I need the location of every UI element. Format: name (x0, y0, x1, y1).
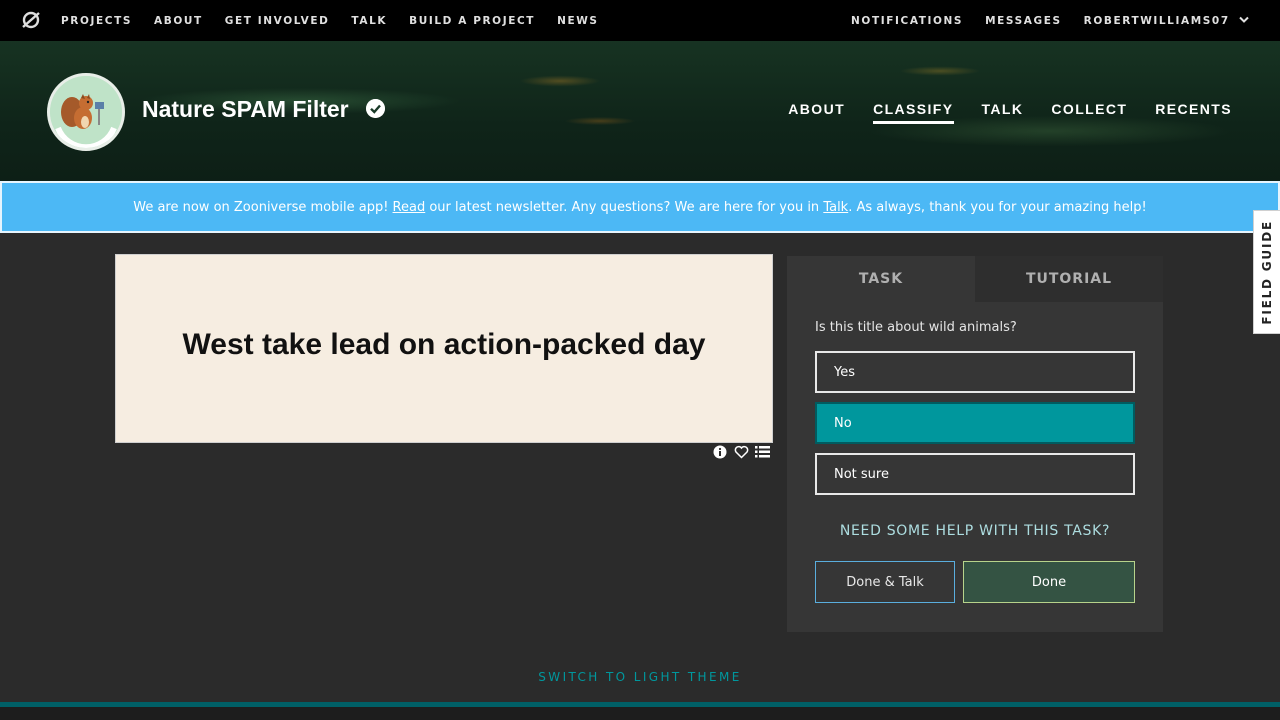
nav-projects[interactable]: PROJECTS (61, 15, 132, 27)
project-header: Nature SPAM Filter ABOUT CLASSIFY TALK C… (0, 41, 1280, 181)
project-nav-talk[interactable]: TALK (982, 101, 1024, 124)
answer-not-sure[interactable]: Not sure (815, 453, 1135, 495)
user-menu[interactable]: ROBERTWILLIAMS07 (1084, 15, 1249, 27)
task-tabs: TASK TUTORIAL (787, 256, 1163, 302)
project-nav-recents[interactable]: RECENTS (1155, 101, 1232, 124)
footer-strip (0, 707, 1280, 720)
subject-title-text: West take lead on action-packed day (182, 327, 706, 361)
answer-label: No (834, 415, 852, 431)
project-nav-collect[interactable]: COLLECT (1051, 101, 1127, 124)
account-links: NOTIFICATIONS MESSAGES ROBERTWILLIAMS07 (829, 0, 1249, 41)
squirrel-icon (50, 76, 122, 148)
subject-tools (713, 444, 770, 459)
answer-no[interactable]: No (815, 402, 1135, 444)
chevron-down-icon (1239, 16, 1249, 23)
tab-tutorial[interactable]: TUTORIAL (975, 256, 1163, 302)
username: ROBERTWILLIAMS07 (1083, 14, 1230, 27)
project-title[interactable]: Nature SPAM Filter (142, 96, 349, 123)
project-nav-about[interactable]: ABOUT (788, 101, 845, 124)
favorite-heart-icon[interactable] (734, 444, 749, 459)
banner-text-2: our latest newsletter. Any questions? We… (425, 199, 824, 215)
task-help-link[interactable]: NEED SOME HELP WITH THIS TASK? (815, 523, 1135, 539)
switch-theme-button[interactable]: SWITCH TO LIGHT THEME (0, 670, 1280, 684)
banner-text-1: We are now on Zooniverse mobile app! (133, 199, 393, 215)
verified-badge-icon (366, 99, 385, 118)
top-nav: PROJECTS ABOUT GET INVOLVED TALK BUILD A… (0, 0, 1280, 41)
site-links: PROJECTS ABOUT GET INVOLVED TALK BUILD A… (61, 0, 621, 41)
task-panel: TASK TUTORIAL Is this title about wild a… (787, 256, 1163, 632)
messages-link[interactable]: MESSAGES (985, 15, 1062, 27)
answer-label: Not sure (834, 466, 889, 482)
field-guide-tab[interactable]: FIELD GUIDE (1253, 210, 1280, 334)
nav-news[interactable]: NEWS (557, 15, 599, 27)
done-button[interactable]: Done (963, 561, 1135, 603)
nav-build-a-project[interactable]: BUILD A PROJECT (409, 15, 535, 27)
tab-task[interactable]: TASK (787, 256, 975, 302)
zooniverse-logo-icon[interactable] (21, 10, 41, 30)
subject-viewer: West take lead on action-packed day (115, 254, 773, 443)
collections-list-icon[interactable] (755, 444, 770, 459)
field-guide-label: FIELD GUIDE (1260, 219, 1274, 325)
done-and-talk-button[interactable]: Done & Talk (815, 561, 955, 603)
project-nav: ABOUT CLASSIFY TALK COLLECT RECENTS (760, 101, 1232, 124)
notifications-link[interactable]: NOTIFICATIONS (851, 15, 963, 27)
banner-talk-link[interactable]: Talk (823, 200, 848, 215)
nav-about[interactable]: ABOUT (154, 15, 203, 27)
announcement-banner: We are now on Zooniverse mobile app! Rea… (0, 181, 1280, 233)
info-icon[interactable] (713, 444, 728, 459)
task-question: Is this title about wild animals? (815, 320, 1017, 335)
project-nav-classify[interactable]: CLASSIFY (873, 101, 954, 124)
nav-talk[interactable]: TALK (351, 15, 387, 27)
answer-yes[interactable]: Yes (815, 351, 1135, 393)
banner-read-link[interactable]: Read (393, 200, 426, 215)
nav-get-involved[interactable]: GET INVOLVED (225, 15, 330, 27)
project-avatar[interactable] (47, 73, 125, 151)
answer-label: Yes (834, 364, 855, 380)
banner-text-3: . As always, thank you for your amazing … (848, 199, 1147, 215)
